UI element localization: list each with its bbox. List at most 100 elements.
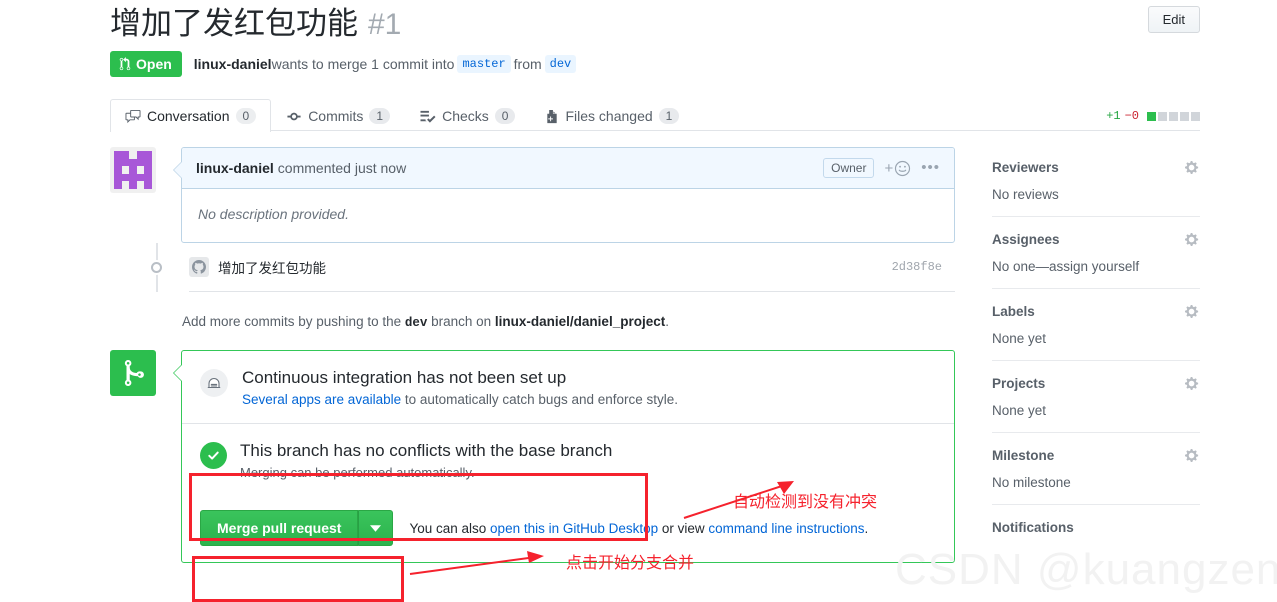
page-title: 增加了发红包功能 — [110, 6, 358, 41]
robot-icon — [200, 369, 228, 397]
avatar[interactable] — [110, 147, 156, 193]
pr-header: 增加了发红包功能 #1 Edit Open linux-daniel wants… — [0, 0, 1277, 77]
commit-message[interactable]: 增加了发红包功能 — [218, 257, 326, 277]
tab-conversation[interactable]: Conversation 0 — [110, 99, 272, 132]
git-merge-glyph — [124, 360, 144, 386]
diffstat-block — [1158, 111, 1167, 121]
checklist-icon — [420, 110, 436, 123]
merge-block: Continuous integration has not been set … — [110, 350, 955, 564]
sidebar-title: Reviewers — [992, 160, 1059, 175]
commit-inner: 增加了发红包功能 2d38f8e — [189, 257, 955, 277]
smiley-icon — [895, 160, 911, 176]
sidebar-title: Assignees — [992, 232, 1060, 247]
gear-glyph — [1185, 448, 1199, 463]
sidebar-title: Notifications — [992, 520, 1074, 535]
merge-pull-request-button[interactable]: Merge pull request — [200, 510, 359, 547]
sidebar-section-notifications: Notifications — [992, 504, 1200, 549]
commit-sha[interactable]: 2d38f8e — [892, 260, 955, 274]
tab-label: Files changed — [565, 108, 653, 124]
sidebar-section-reviewers: Reviewers No reviews — [992, 158, 1200, 216]
pr-title-row: 增加了发红包功能 #1 — [110, 6, 1277, 42]
push-hint: Add more commits by pushing to the dev b… — [182, 314, 955, 330]
sidebar-section-projects: Projects None yet — [992, 360, 1200, 432]
gear-icon[interactable] — [1185, 304, 1200, 319]
sidebar-section-milestone: Milestone No milestone — [992, 432, 1200, 504]
comment-author[interactable]: linux-daniel — [196, 160, 274, 176]
edit-button[interactable]: Edit — [1147, 6, 1200, 33]
timeline-commit-row: 增加了发红包功能 2d38f8e — [133, 243, 955, 291]
annotation-text-conflict: 自动检测到没有冲突 — [733, 494, 878, 511]
gear-icon[interactable] — [1185, 232, 1200, 247]
github-desktop-link[interactable]: open this in GitHub Desktop — [490, 521, 658, 536]
pr-author[interactable]: linux-daniel — [194, 56, 272, 72]
gear-icon[interactable] — [1185, 448, 1200, 463]
sidebar-header: Assignees — [992, 232, 1200, 247]
push-hint-middle: branch on — [427, 314, 495, 329]
pr-body: linux-daniel commented just now Owner + — [110, 147, 1277, 564]
merge-note-middle: or view — [658, 520, 709, 536]
sidebar-value: No reviews — [992, 187, 1059, 202]
conflict-status-title: This branch has no conflicts with the ba… — [240, 441, 613, 461]
conflict-status-subtitle: Merging can be performed automatically. — [240, 465, 475, 481]
command-line-link[interactable]: command line instructions — [708, 521, 864, 536]
robot-glyph — [207, 378, 221, 389]
comment-discussion-icon — [125, 109, 141, 123]
diffstat: +1 −0 — [1106, 109, 1200, 123]
sidebar-header: Labels — [992, 304, 1200, 319]
sidebar-header: Milestone — [992, 448, 1200, 463]
pull-request-icon — [119, 57, 131, 71]
file-diff-icon — [547, 109, 558, 123]
sidebar-value: No milestone — [992, 475, 1071, 490]
kebab-horizontal-icon[interactable]: ••• — [921, 160, 940, 175]
timeline-dot-icon — [149, 260, 164, 275]
smiley-plus-icon[interactable]: + — [884, 160, 911, 177]
ci-status-subtitle: Several apps are available to automatica… — [242, 392, 678, 407]
ci-apps-link[interactable]: Several apps are available — [242, 392, 401, 407]
pr-meta-text-1: wants to merge 1 commit into — [271, 56, 455, 72]
head-branch[interactable]: dev — [544, 55, 577, 73]
diffstat-block — [1180, 111, 1189, 121]
check-circle-icon — [200, 442, 227, 470]
tabs-list: Conversation 0 Commits 1 Checks 0 Files … — [110, 96, 1277, 132]
pr-meta-row: Open linux-daniel wants to merge 1 commi… — [110, 51, 1277, 77]
tab-count: 1 — [658, 108, 680, 124]
owner-badge: Owner — [823, 158, 875, 178]
conflict-status-text: This branch has no conflicts with the ba… — [240, 440, 612, 480]
chevron-down-glyph — [370, 524, 382, 532]
gear-icon[interactable] — [1185, 376, 1200, 391]
gear-glyph — [1185, 232, 1199, 247]
merge-note: You can also open this in GitHub Desktop… — [409, 521, 868, 536]
sidebar-header: Reviewers — [992, 160, 1200, 175]
tab-files-changed[interactable]: Files changed 1 — [530, 99, 694, 132]
sidebar-section-assignees: Assignees No one—assign yourself — [992, 216, 1200, 288]
chevron-down-icon[interactable] — [358, 510, 394, 547]
ci-status-row: Continuous integration has not been set … — [182, 351, 954, 423]
comment-box: linux-daniel commented just now Owner + — [173, 147, 955, 243]
gear-icon[interactable] — [1185, 160, 1200, 175]
comment-body: No description provided. — [198, 206, 349, 222]
git-commit-icon — [287, 112, 301, 120]
status-badge-label: Open — [136, 56, 172, 72]
gear-glyph — [1185, 304, 1199, 319]
ci-status-rest: to automatically catch bugs and enforce … — [401, 392, 679, 408]
push-hint-repo: linux-daniel/daniel_project — [494, 314, 666, 329]
base-branch[interactable]: master — [457, 55, 511, 73]
comment-header: linux-daniel commented just now Owner + — [182, 148, 954, 189]
tab-count: 1 — [369, 108, 391, 124]
diffstat-block — [1147, 111, 1156, 121]
pull-request-page: 增加了发红包功能 #1 Edit Open linux-daniel wants… — [0, 0, 1277, 602]
comment-block: linux-daniel commented just now Owner + — [110, 147, 955, 243]
sidebar-value[interactable]: No one—assign yourself — [992, 259, 1200, 274]
tab-commits[interactable]: Commits 1 — [271, 99, 405, 132]
comment-timestamp: commented just now — [277, 160, 407, 176]
tab-label: Commits — [308, 108, 364, 124]
sidebar-section-labels: Labels None yet — [992, 288, 1200, 360]
tab-count: 0 — [235, 108, 257, 124]
ci-status-title: Continuous integration has not been set … — [242, 368, 567, 387]
sidebar-title: Labels — [992, 304, 1035, 319]
tab-checks[interactable]: Checks 0 — [405, 99, 530, 132]
ci-status-text: Continuous integration has not been set … — [242, 367, 678, 407]
check-glyph — [208, 451, 219, 460]
tab-label: Checks — [442, 108, 489, 124]
pr-meta-text-2: from — [513, 56, 542, 72]
